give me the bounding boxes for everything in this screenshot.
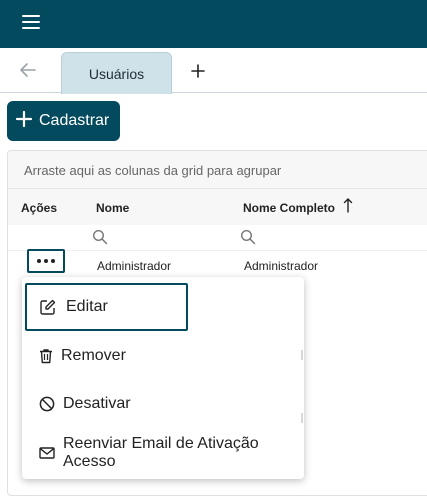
column-header-nome[interactable]: Nome	[96, 201, 129, 215]
sort-ascending-icon[interactable]	[343, 197, 353, 216]
column-header-acoes: Ações	[21, 201, 58, 215]
table-row[interactable]: Administrador Administrador	[8, 251, 427, 279]
filter-row	[8, 225, 427, 251]
block-icon	[39, 396, 55, 412]
more-dots-icon	[37, 259, 41, 263]
menu-item-label: Editar	[66, 298, 108, 315]
plus-icon	[15, 110, 33, 132]
menu-item-label: Desativar	[63, 395, 131, 412]
search-icon[interactable]	[240, 229, 258, 247]
search-icon[interactable]	[92, 229, 110, 247]
cell-nome-completo: Administrador	[244, 259, 319, 273]
divider	[301, 350, 303, 360]
menu-item-desativar[interactable]: Desativar	[22, 394, 304, 414]
edit-icon	[40, 299, 56, 315]
trash-icon	[40, 349, 52, 364]
hamburger-menu-icon[interactable]	[22, 15, 40, 31]
group-panel[interactable]: Arraste aqui as colunas da grid para agr…	[8, 151, 427, 189]
row-actions-button[interactable]	[27, 249, 65, 273]
menu-item-editar[interactable]: Editar	[25, 283, 188, 331]
add-user-button[interactable]: Cadastrar	[7, 101, 120, 141]
column-header-nome-completo[interactable]: Nome Completo	[243, 201, 335, 215]
app-header	[0, 0, 427, 48]
context-menu: Editar Remover Desativar Reenviar Email …	[22, 277, 304, 479]
divider	[301, 413, 303, 423]
group-panel-hint: Arraste aqui as colunas da grid para agr…	[24, 163, 282, 178]
cell-nome: Administrador	[97, 259, 172, 273]
grid-header: Ações Nome Nome Completo	[8, 189, 427, 225]
add-tab-icon[interactable]	[189, 62, 207, 80]
add-user-button-label: Cadastrar	[39, 112, 110, 129]
menu-item-label: Reenviar Email de Ativação Acesso	[63, 435, 259, 470]
tab-usuarios[interactable]: Usuários	[61, 52, 172, 94]
menu-item-label: Remover	[61, 347, 126, 364]
tab-bar: Usuários	[0, 48, 427, 94]
mail-icon	[39, 447, 55, 459]
menu-item-reenviar-email[interactable]: Reenviar Email de Ativação Acesso	[22, 434, 304, 472]
back-arrow-icon[interactable]	[16, 58, 40, 82]
menu-item-remover[interactable]: Remover	[22, 346, 304, 366]
